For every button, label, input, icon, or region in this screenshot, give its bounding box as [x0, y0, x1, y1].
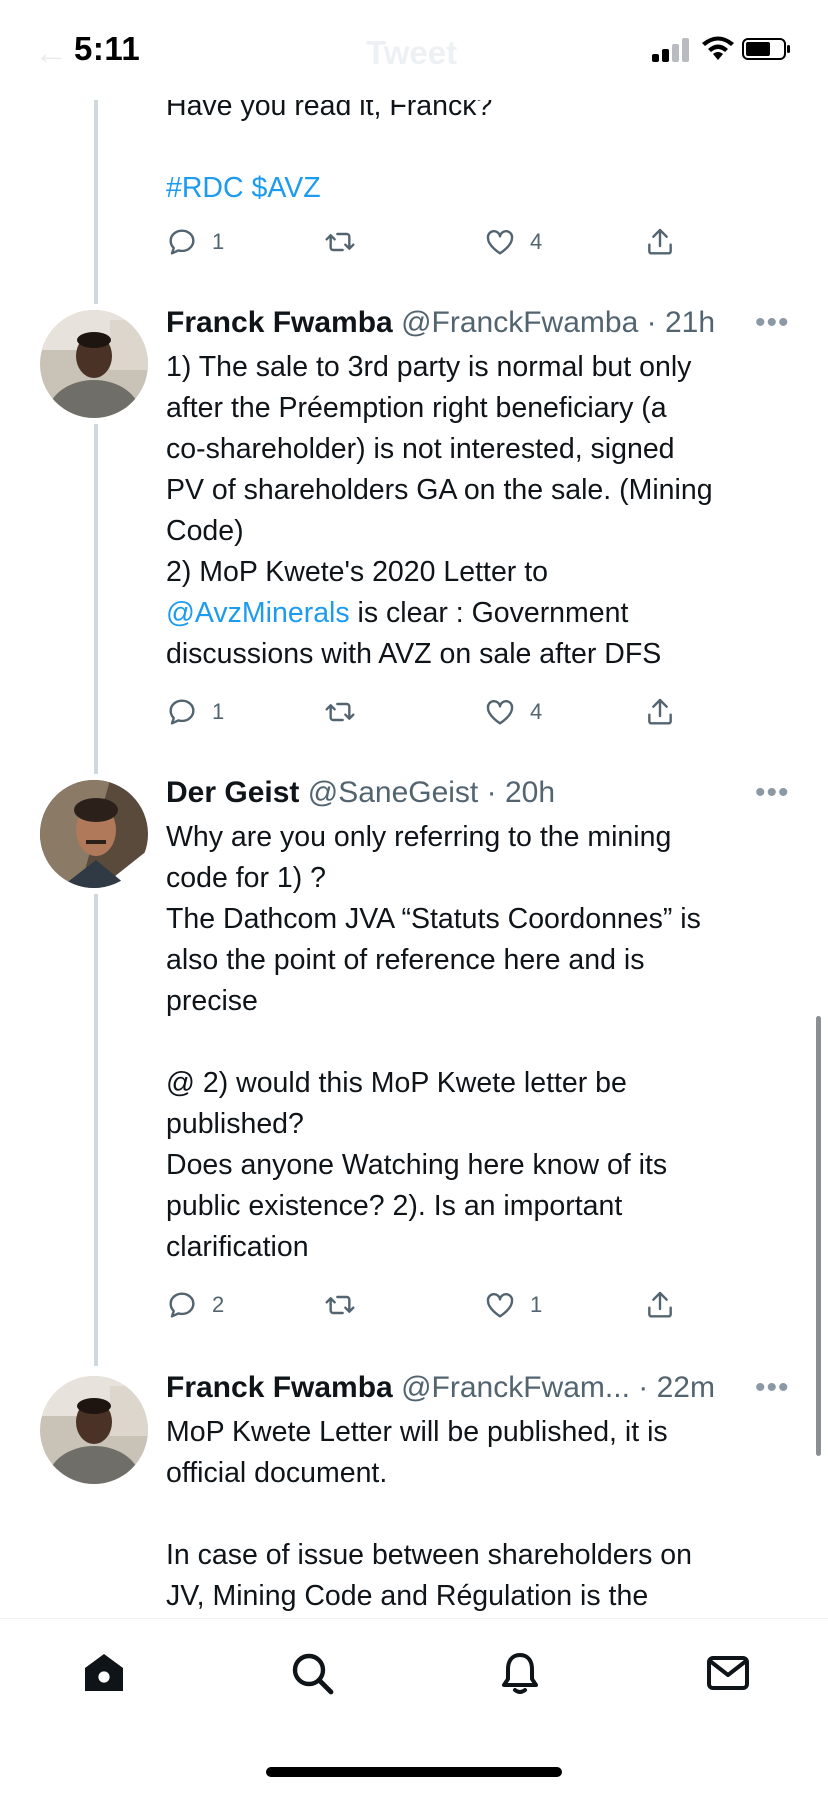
battery-icon [742, 38, 790, 60]
heart-icon [486, 700, 514, 725]
home-indicator [266, 1767, 562, 1777]
share-icon [648, 698, 672, 725]
reply-count: 1 [212, 229, 225, 254]
share-button[interactable] [644, 222, 676, 262]
hashtags[interactable]: #RDC $AVZ [166, 168, 796, 209]
tweet-text: 1) The sale to 3rd party is normal but o… [166, 351, 713, 670]
heart-icon [486, 230, 514, 255]
handle: @FranckFwamba [401, 306, 639, 339]
tweet-author[interactable]: Franck Fwamba @FranckFwam... · 22m [166, 1371, 715, 1405]
thread-connector [94, 96, 98, 304]
tweet-text: Why are you only referring to the mining… [166, 821, 701, 1263]
like-count: 1 [530, 1292, 543, 1317]
tweet-text: Have you read it, Franck? #RDC $AVZ [166, 86, 796, 209]
mention-link[interactable]: @AvzMinerals [166, 597, 350, 629]
tweet-actions: 2 1 [166, 1285, 686, 1325]
reply-icon [169, 699, 195, 725]
handle: @FranckFwam... [401, 1371, 630, 1404]
reply-icon [169, 229, 195, 255]
thread-connector [94, 424, 98, 774]
page-title: Tweet [366, 34, 458, 71]
avatar[interactable] [40, 1376, 148, 1484]
timestamp: · 20h [486, 776, 556, 809]
retweet-icon [325, 702, 355, 722]
retweet-icon [325, 1295, 355, 1315]
cellular-signal-icon [652, 38, 694, 62]
wifi-icon [702, 36, 734, 60]
avatar[interactable] [40, 310, 148, 418]
share-icon [648, 1291, 672, 1318]
reply-count: 1 [212, 699, 225, 724]
more-options-button[interactable]: ••• [755, 306, 790, 340]
search-icon[interactable] [288, 1649, 336, 1697]
display-name: Der Geist [166, 776, 300, 809]
reply-button[interactable]: 1 [166, 692, 224, 732]
like-button[interactable]: 1 [484, 1285, 542, 1325]
share-button[interactable] [644, 692, 676, 732]
status-time: 5:11 [74, 30, 141, 67]
tweet-text: MoP Kwete Letter will be published, it i… [166, 1416, 692, 1612]
tweet-actions: 1 4 [166, 692, 686, 732]
timestamp: · 21h [646, 306, 716, 339]
display-name: Franck Fwamba [166, 306, 393, 339]
thread-connector [94, 894, 98, 1366]
bottom-navigation [0, 1618, 828, 1793]
tweet-author[interactable]: Der Geist @SaneGeist · 20h [166, 776, 555, 810]
heart-icon [486, 1293, 514, 1318]
handle: @SaneGeist [307, 776, 479, 809]
avatar[interactable] [40, 780, 148, 888]
notifications-icon[interactable] [496, 1649, 544, 1697]
home-icon[interactable] [80, 1649, 128, 1697]
more-options-button[interactable]: ••• [755, 776, 790, 810]
retweet-icon [325, 232, 355, 252]
like-button[interactable]: 4 [484, 692, 542, 732]
reply-button[interactable]: 1 [166, 222, 224, 262]
retweet-button[interactable] [324, 222, 370, 262]
timestamp: · 22m [638, 1371, 715, 1404]
like-count: 4 [530, 699, 543, 724]
more-options-button[interactable]: ••• [755, 1371, 790, 1405]
like-button[interactable]: 4 [484, 222, 542, 262]
like-count: 4 [530, 229, 543, 254]
retweet-button[interactable] [324, 692, 370, 732]
tweet-author[interactable]: Franck Fwamba @FranckFwamba · 21h [166, 306, 715, 340]
status-bar: ← Tweet 5:11 [0, 0, 828, 100]
messages-icon[interactable] [704, 1649, 752, 1697]
scrollbar[interactable] [816, 1016, 821, 1456]
reply-button[interactable]: 2 [166, 1285, 224, 1325]
reply-icon [169, 1292, 195, 1318]
tweet-actions: 1 4 [166, 222, 686, 262]
display-name: Franck Fwamba [166, 1371, 393, 1404]
reply-count: 2 [212, 1292, 225, 1317]
share-icon [648, 228, 672, 255]
retweet-button[interactable] [324, 1285, 370, 1325]
back-arrow-icon[interactable]: ← [34, 34, 68, 73]
share-button[interactable] [644, 1285, 676, 1325]
